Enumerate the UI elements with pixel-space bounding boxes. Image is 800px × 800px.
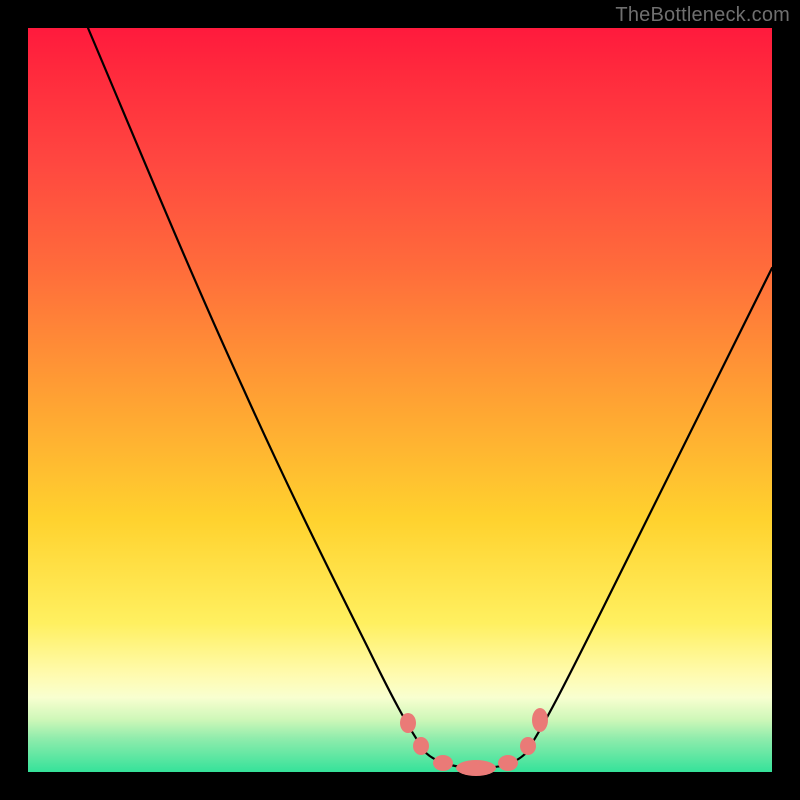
curve-right-branch [525, 268, 772, 754]
outer-frame: TheBottleneck.com [0, 0, 800, 800]
plot-area [28, 28, 772, 772]
marker-dot [456, 760, 496, 776]
bottleneck-curve [28, 28, 772, 772]
marker-dot [520, 737, 536, 755]
curve-left-branch [88, 28, 426, 753]
watermark-text: TheBottleneck.com [615, 4, 790, 27]
marker-dot [532, 708, 548, 732]
marker-dot [498, 755, 518, 771]
marker-dot [433, 755, 453, 771]
marker-dot [413, 737, 429, 755]
marker-dot [400, 713, 416, 733]
